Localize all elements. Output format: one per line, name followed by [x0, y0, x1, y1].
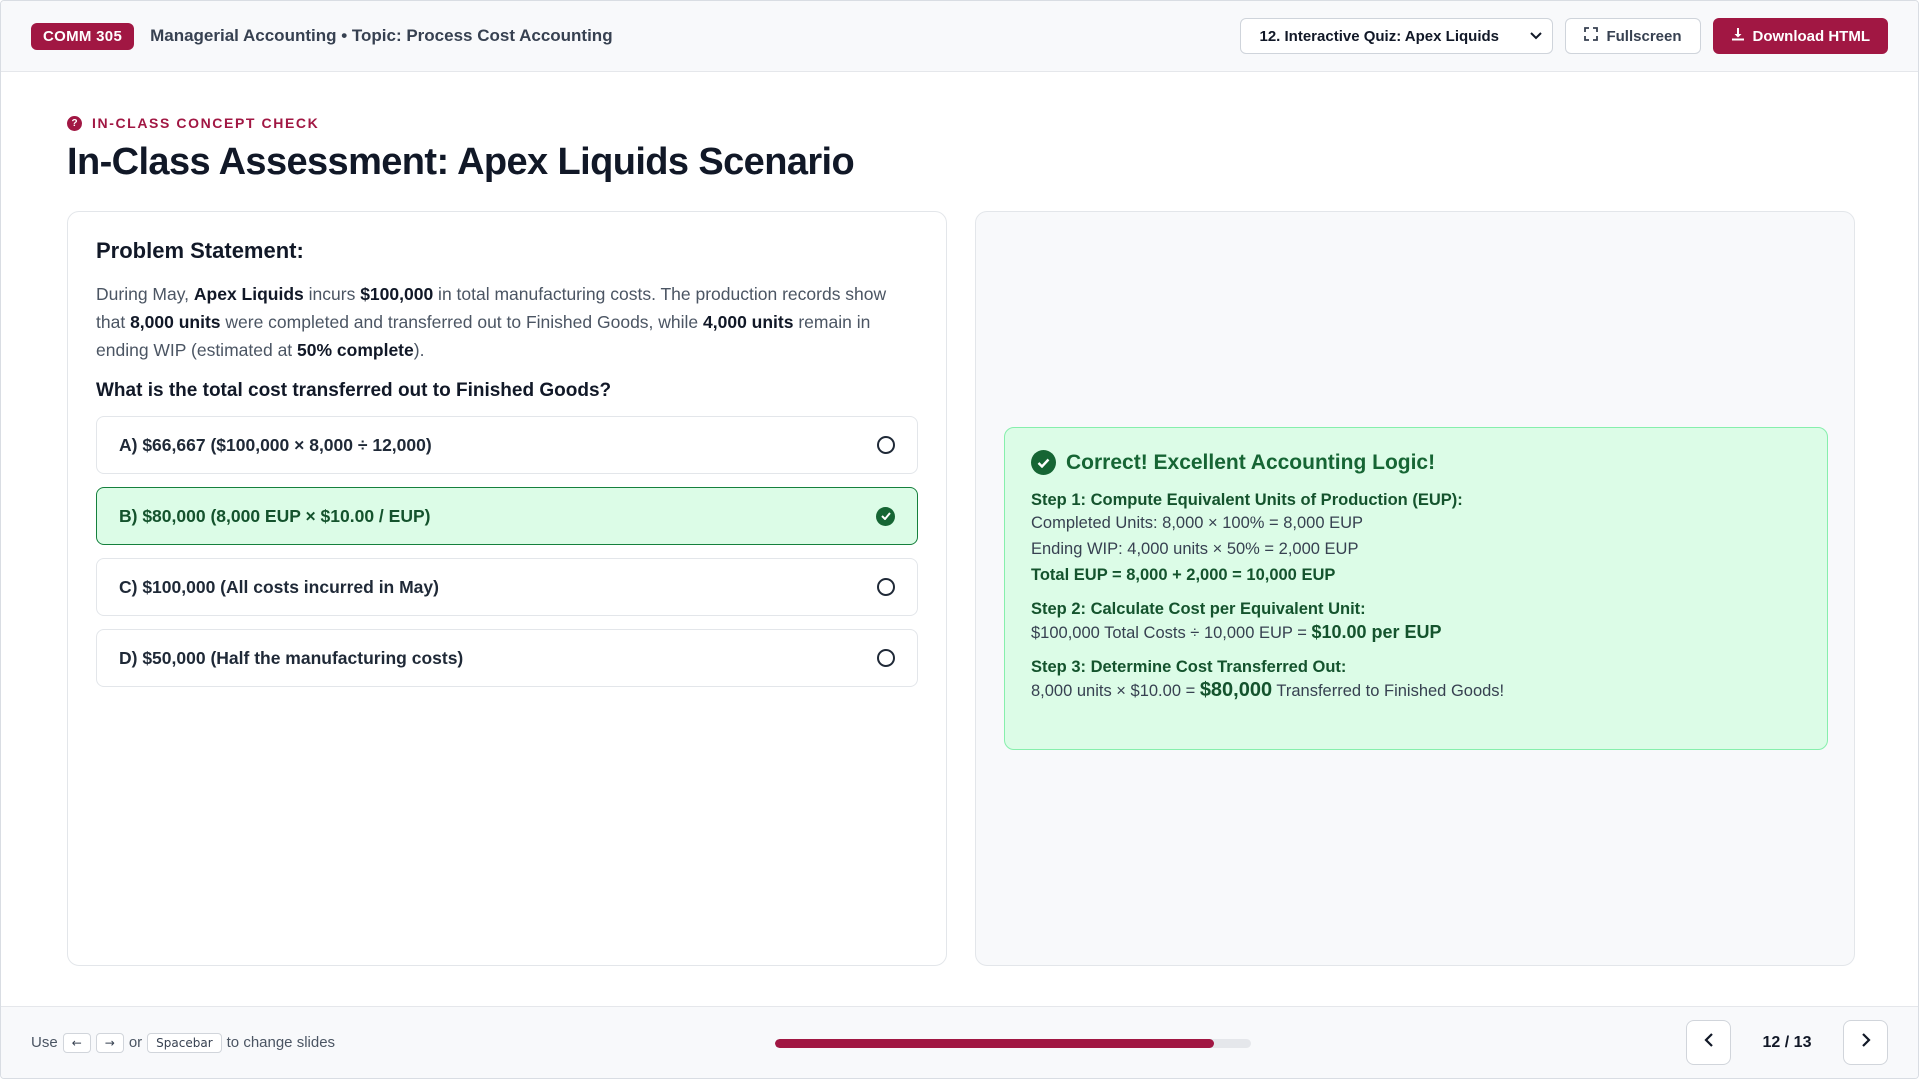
- option-label: C) $100,000 (All costs incurred in May): [119, 576, 439, 597]
- slide-select-value: 12. Interactive Quiz: Apex Liquids: [1259, 27, 1499, 45]
- question-circle-icon: ?: [67, 115, 82, 131]
- check-circle-icon: [876, 506, 895, 526]
- previous-slide-button[interactable]: [1686, 1020, 1731, 1065]
- option-d[interactable]: D) $50,000 (Half the manufacturing costs…: [96, 629, 918, 687]
- bottom-bar: Use ← → or Spacebar to change slides 12 …: [1, 1006, 1918, 1078]
- option-label: B) $80,000 (8,000 EUP × $10.00 / EUP): [119, 505, 431, 526]
- next-slide-button[interactable]: [1843, 1020, 1888, 1065]
- check-circle-icon: [1031, 450, 1056, 475]
- feedback-panel: Correct! Excellent Accounting Logic! Ste…: [975, 211, 1855, 966]
- feedback-box: Correct! Excellent Accounting Logic! Ste…: [1004, 427, 1828, 750]
- fullscreen-label: Fullscreen: [1606, 27, 1682, 45]
- fullscreen-icon: [1584, 27, 1599, 45]
- course-title: Managerial Accounting • Topic: Process C…: [150, 26, 613, 45]
- header-actions: 12. Interactive Quiz: Apex Liquids Fulls…: [1240, 18, 1888, 54]
- problem-card: Problem Statement: During May, Apex Liqu…: [67, 211, 947, 966]
- slide-navigation: 12 / 13: [1686, 1020, 1888, 1065]
- option-label: D) $50,000 (Half the manufacturing costs…: [119, 647, 464, 668]
- question-text: What is the total cost transferred out t…: [96, 380, 612, 401]
- radio-empty-icon: [877, 578, 895, 596]
- key-left: ←: [62, 1032, 91, 1053]
- option-label: A) $66,667 ($100,000 × 8,000 ÷ 12,000): [119, 434, 432, 455]
- course-badge: COMM 305: [31, 22, 135, 50]
- radio-empty-icon: [877, 436, 895, 454]
- fullscreen-button[interactable]: Fullscreen: [1565, 18, 1701, 54]
- step-1-total: Total EUP = 8,000 + 2,000 = 10,000 EUP: [1031, 566, 1336, 584]
- key-spacebar: Spacebar: [147, 1032, 222, 1053]
- download-icon: [1731, 27, 1745, 45]
- step-2-title: Step 2: Calculate Cost per Equivalent Un…: [1031, 600, 1366, 618]
- chevron-right-icon: [1861, 1032, 1871, 1053]
- step-1-title: Step 1: Compute Equivalent Units of Prod…: [1031, 491, 1463, 509]
- chevron-left-icon: [1703, 1032, 1714, 1053]
- step-2-line: $100,000 Total Costs ÷ 10,000 EUP = $10.…: [1031, 622, 1442, 642]
- slide-progress-bar: [775, 1039, 1251, 1048]
- feedback-title: Correct! Excellent Accounting Logic!: [1066, 450, 1436, 474]
- feedback-header: Correct! Excellent Accounting Logic!: [1031, 450, 1801, 475]
- eyebrow-label: IN-CLASS CONCEPT CHECK: [92, 115, 320, 131]
- progress-fill: [775, 1039, 1215, 1048]
- step-3-line: 8,000 units × $10.00 = $80,000 Transferr…: [1031, 679, 1505, 701]
- hint-text: Use: [31, 1034, 58, 1051]
- chevron-down-icon: [1530, 29, 1543, 43]
- step-1-line: Completed Units: 8,000 × 100% = 8,000 EU…: [1031, 514, 1364, 532]
- radio-empty-icon: [877, 649, 895, 667]
- download-label: Download HTML: [1752, 27, 1870, 45]
- option-a[interactable]: A) $66,667 ($100,000 × 8,000 ÷ 12,000): [96, 416, 918, 474]
- app-frame: COMM 305 Managerial Accounting • Topic: …: [0, 0, 1919, 1079]
- top-bar: COMM 305 Managerial Accounting • Topic: …: [1, 1, 1918, 72]
- section-eyebrow: ? IN-CLASS CONCEPT CHECK: [67, 115, 319, 131]
- problem-text: During May, Apex Liquids incurs $100,000…: [96, 284, 887, 360]
- problem-heading: Problem Statement:: [96, 238, 304, 263]
- page-title: In-Class Assessment: Apex Liquids Scenar…: [67, 141, 855, 183]
- option-b-selected[interactable]: B) $80,000 (8,000 EUP × $10.00 / EUP): [96, 487, 918, 545]
- answer-options: A) $66,667 ($100,000 × 8,000 ÷ 12,000) B…: [96, 416, 918, 687]
- download-html-button[interactable]: Download HTML: [1712, 18, 1888, 54]
- hint-text: to change slides: [226, 1034, 336, 1051]
- option-c[interactable]: C) $100,000 (All costs incurred in May): [96, 558, 918, 616]
- step-3-title: Step 3: Determine Cost Transferred Out:: [1031, 658, 1347, 676]
- key-right: →: [95, 1032, 124, 1053]
- slide-select[interactable]: 12. Interactive Quiz: Apex Liquids: [1240, 18, 1554, 54]
- slide-counter: 12 / 13: [1762, 1033, 1812, 1051]
- step-1-line: Ending WIP: 4,000 units × 50% = 2,000 EU…: [1031, 540, 1359, 558]
- keyboard-hint: Use ← → or Spacebar to change slides: [31, 1032, 336, 1053]
- hint-text: or: [128, 1034, 143, 1051]
